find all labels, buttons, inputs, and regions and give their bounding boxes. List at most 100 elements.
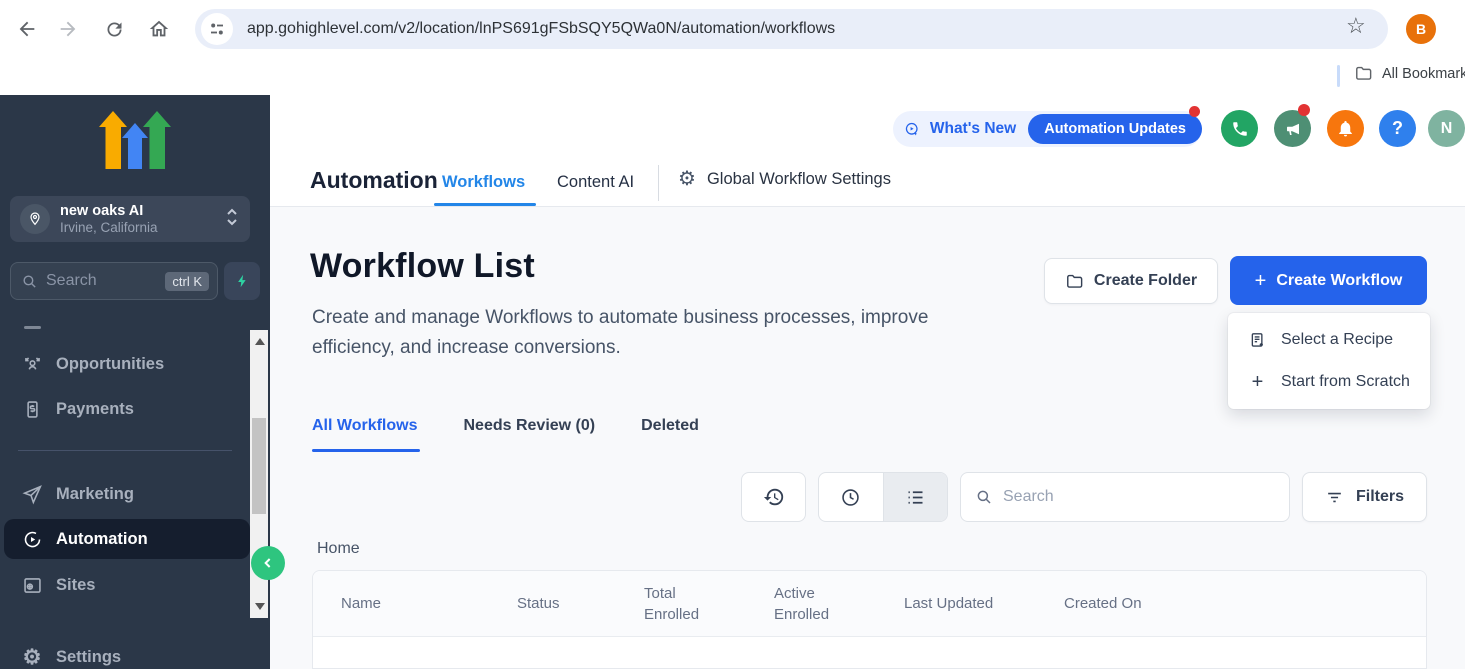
url-text: app.gohighlevel.com/v2/location/lnPS691g… — [247, 20, 835, 38]
phone-button[interactable] — [1221, 110, 1258, 147]
bell-icon — [1336, 119, 1355, 138]
column-header-created-on: Created On — [1064, 593, 1426, 614]
whats-new-label: What's New — [930, 120, 1016, 138]
forward-icon[interactable] — [55, 16, 81, 42]
quick-actions-button[interactable] — [224, 262, 260, 300]
tab-deleted[interactable]: Deleted — [641, 417, 699, 435]
all-bookmarks-button[interactable]: All Bookmarks — [1354, 64, 1465, 83]
workflow-list-title: Workflow List — [310, 247, 535, 286]
menu-item-start-from-scratch[interactable]: + Start from Scratch — [1228, 361, 1430, 403]
sites-icon — [20, 573, 44, 597]
plus-icon: + — [1255, 271, 1267, 291]
sidebar-item-automation[interactable]: Automation — [4, 519, 250, 559]
location-pin-icon — [20, 204, 50, 234]
location-name: new oaks AI — [60, 203, 224, 220]
workflow-list-description: Create and manage Workflows to automate … — [312, 303, 1012, 363]
gohighlevel-logo — [97, 111, 173, 174]
sidebar-item-label: Marketing — [56, 485, 134, 504]
tab-all-workflows[interactable]: All Workflows — [312, 417, 418, 435]
sidebar-item-label: Payments — [56, 400, 134, 419]
create-workflow-button[interactable]: + Create Workflow — [1230, 256, 1427, 305]
avatar-initial: N — [1441, 120, 1453, 138]
location-city: Irvine, California — [60, 220, 224, 236]
create-folder-button[interactable]: Create Folder — [1044, 258, 1218, 304]
search-icon — [21, 273, 38, 290]
table-header-row: Name Status Total Enrolled Active Enroll… — [313, 571, 1426, 637]
automation-icon — [20, 527, 44, 551]
tab-workflows[interactable]: Workflows — [442, 173, 525, 192]
sidebar-item-opportunities[interactable]: Opportunities — [4, 344, 250, 384]
scroll-down-arrow[interactable] — [255, 603, 265, 610]
sidebar-item-sites[interactable]: Sites — [4, 565, 250, 605]
global-workflow-settings-link[interactable]: ⚙ Global Workflow Settings — [678, 169, 891, 189]
gear-icon: ⚙ — [678, 169, 696, 189]
phone-icon — [1231, 120, 1249, 138]
time-view-toggle[interactable] — [819, 473, 883, 521]
clock-icon — [840, 487, 861, 508]
browser-profile-avatar[interactable]: B — [1406, 14, 1436, 44]
scrollbar-thumb[interactable] — [252, 418, 266, 514]
filters-label: Filters — [1356, 488, 1404, 506]
marketing-icon — [20, 482, 44, 506]
ctrl-k-shortcut: ctrl K — [165, 272, 209, 291]
menu-item-select-recipe[interactable]: Select a Recipe — [1228, 319, 1430, 361]
sidebar-item-marketing[interactable]: Marketing — [4, 474, 250, 514]
tab-content-ai[interactable]: Content AI — [557, 173, 634, 192]
folder-icon — [1354, 64, 1373, 83]
site-settings-icon[interactable] — [201, 13, 233, 45]
sidebar: new oaks AI Irvine, California ctrl K Op… — [0, 95, 270, 669]
column-header-total-enrolled: Total Enrolled — [644, 583, 712, 625]
payments-icon — [20, 397, 44, 421]
recipe-document-icon — [1248, 331, 1267, 350]
filters-button[interactable]: Filters — [1302, 472, 1427, 522]
enrollment-history-button[interactable] — [741, 472, 806, 522]
table-row — [313, 637, 1426, 669]
bookmarks-bar: All Bookmarks — [0, 57, 1465, 95]
sidebar-search-input[interactable] — [46, 272, 165, 290]
active-tab-underline — [434, 203, 536, 206]
user-avatar[interactable]: N — [1428, 110, 1465, 147]
back-icon[interactable] — [14, 16, 40, 42]
scroll-up-arrow[interactable] — [255, 338, 265, 345]
view-toggle-group — [818, 472, 948, 522]
list-view-toggle[interactable] — [883, 473, 948, 521]
create-workflow-menu: Select a Recipe + Start from Scratch — [1228, 313, 1430, 409]
workflow-list-tabs: All Workflows Needs Review (0) Deleted — [312, 417, 699, 435]
sidebar-divider — [18, 450, 232, 451]
breadcrumb-home[interactable]: Home — [317, 540, 360, 558]
whats-new-icon — [904, 118, 921, 141]
sidebar-item-label: Settings — [56, 648, 121, 667]
sidebar-item-label: Sites — [56, 576, 95, 595]
page-title: Automation — [310, 167, 438, 194]
reload-icon[interactable] — [101, 16, 127, 42]
bookmarks-separator — [1337, 65, 1340, 87]
truncated-menu-item — [24, 326, 41, 329]
address-bar[interactable]: app.gohighlevel.com/v2/location/lnPS691g… — [195, 9, 1388, 49]
search-icon — [975, 488, 993, 506]
bookmark-star-icon[interactable]: ☆ — [1346, 13, 1366, 39]
whats-new-pill[interactable]: What's New Automation Updates — [893, 111, 1202, 147]
tab-needs-review[interactable]: Needs Review (0) — [464, 417, 596, 435]
column-header-active-enrolled: Active Enrolled — [774, 583, 842, 625]
sidebar-collapse-button[interactable] — [251, 546, 285, 580]
chevron-left-icon — [260, 555, 276, 571]
sidebar-search[interactable]: ctrl K — [10, 262, 218, 300]
filter-icon — [1325, 488, 1344, 507]
help-button[interactable]: ? — [1379, 110, 1416, 147]
notifications-button[interactable] — [1327, 110, 1364, 147]
home-icon[interactable] — [146, 16, 172, 42]
lightning-bolt-icon — [235, 272, 250, 290]
workflow-search[interactable] — [960, 472, 1290, 522]
workflow-search-input[interactable] — [1003, 488, 1275, 506]
sidebar-item-payments[interactable]: Payments — [4, 389, 250, 429]
question-mark-icon: ? — [1392, 118, 1403, 139]
automation-updates-badge[interactable]: Automation Updates — [1028, 114, 1202, 144]
browser-chrome: app.gohighlevel.com/v2/location/lnPS691g… — [0, 0, 1465, 57]
nav-divider — [658, 165, 659, 201]
location-switcher[interactable]: new oaks AI Irvine, California — [10, 196, 250, 242]
create-workflow-label: Create Workflow — [1276, 272, 1402, 290]
all-bookmarks-label: All Bookmarks — [1382, 66, 1465, 82]
opportunities-icon — [20, 352, 44, 376]
sidebar-item-settings[interactable]: ⚙ Settings — [4, 637, 250, 669]
plus-icon: + — [1248, 372, 1267, 392]
